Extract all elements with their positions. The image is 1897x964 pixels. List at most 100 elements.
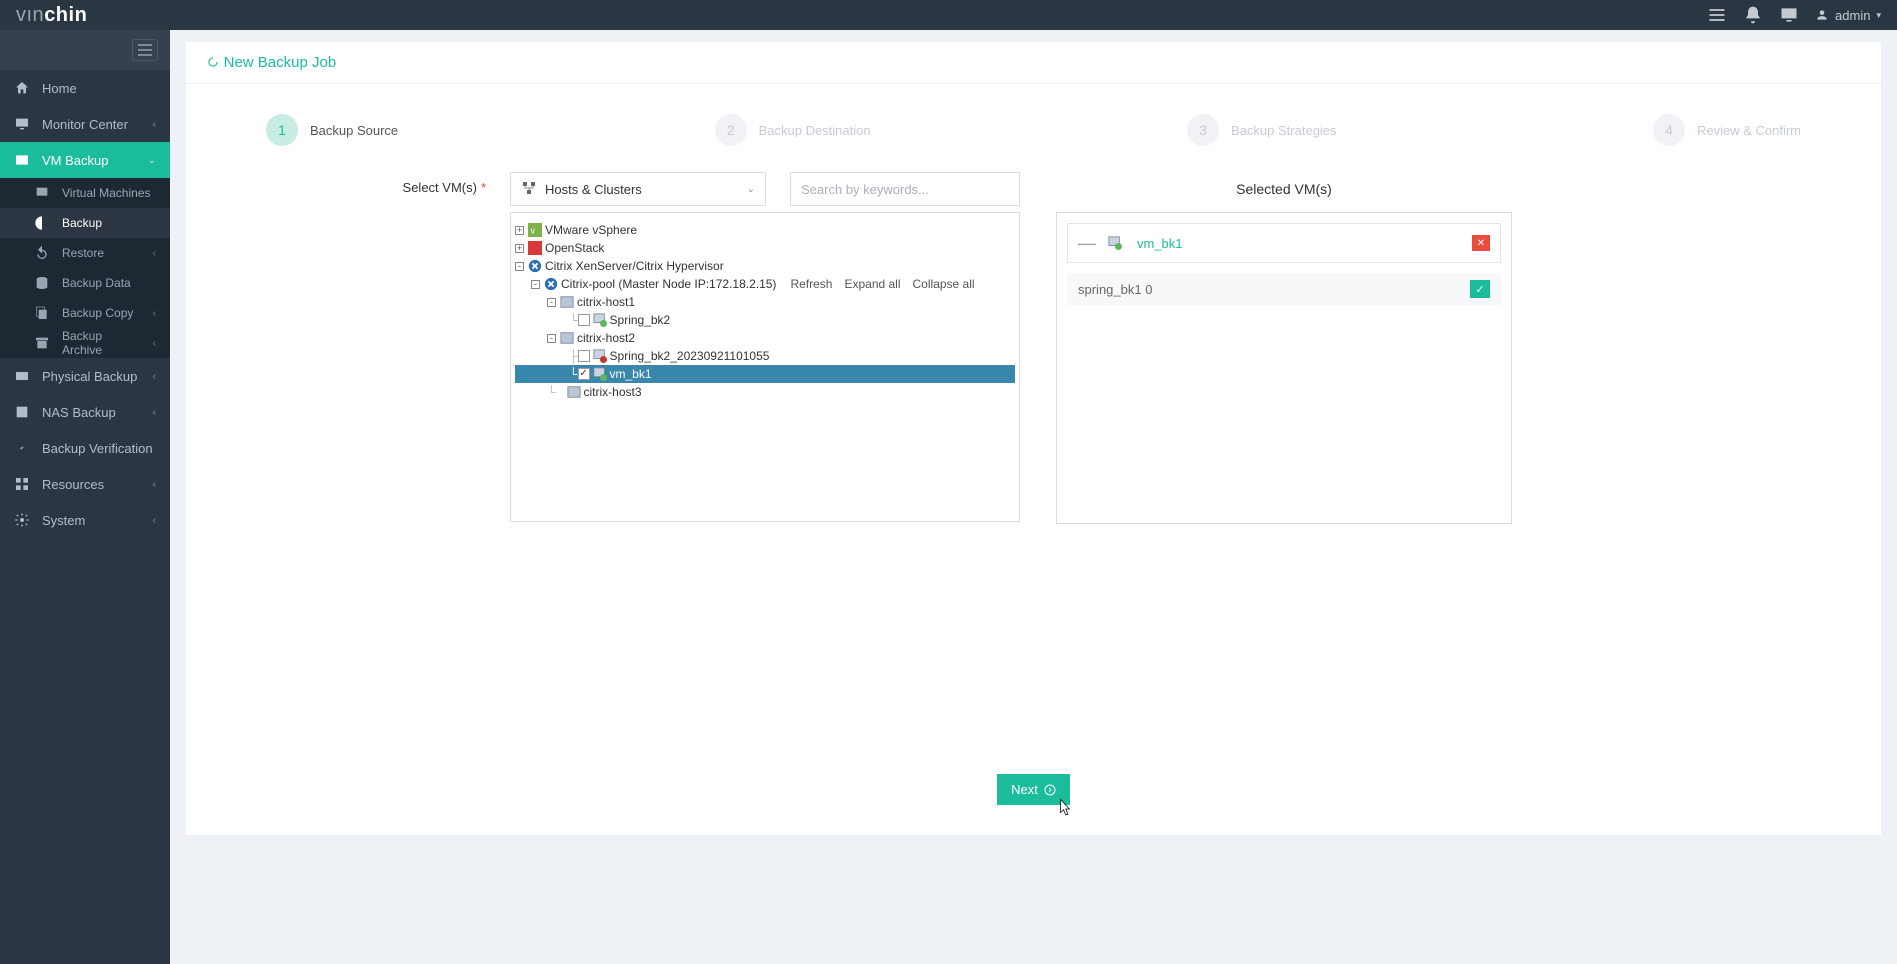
checkbox[interactable] [578,314,590,326]
vm-on-icon [593,367,607,381]
hamburger-icon[interactable] [132,39,158,61]
chevron-left-icon: ‹ [153,515,156,526]
sidebar-item-backup-data[interactable]: Backup Data [0,268,170,298]
tree-node-host1[interactable]: - citrix-host1 [515,293,1015,311]
refresh-icon [206,55,220,69]
tree-expand-all[interactable]: Expand all [844,277,900,291]
chevron-left-icon: ‹ [153,371,156,382]
chevron-left-icon: ‹ [153,119,156,130]
sidebar-item-backup-archive[interactable]: Backup Archive ‹ [0,328,170,358]
step-4[interactable]: 4 Review & Confirm [1653,114,1801,146]
chevron-left-icon: ‹ [153,308,156,319]
logo: vınchin [16,4,87,27]
vm-on-icon [593,313,607,327]
sidebar-item-backup-copy[interactable]: Backup Copy ‹ [0,298,170,328]
collapse-icon[interactable]: - [547,334,556,343]
checkbox-checked[interactable] [578,368,590,380]
sidebar-item-resources[interactable]: Resources ‹ [0,466,170,502]
collapse-icon[interactable]: - [531,280,540,289]
step-2[interactable]: 2 Backup Destination [715,114,871,146]
select-vm-label: Select VM(s)* [226,172,486,524]
vm-icon [34,185,50,201]
tree-node-openstack[interactable]: + OpenStack [515,239,1015,257]
main-area: New Backup Job 1 Backup Source 2 Backup … [170,30,1897,964]
copy-icon [34,305,50,321]
check-icon[interactable]: ✓ [1470,280,1490,298]
vmware-icon: v [528,223,542,237]
selected-vm-row[interactable]: — vm_bk1 ✕ [1067,223,1501,263]
collapse-icon[interactable]: - [515,262,524,271]
restore-icon [34,245,50,261]
verify-icon [14,440,30,456]
tree-node-h2v1[interactable]: ├ Spring_bk2_20230921101055 [515,347,1015,365]
svg-text:v: v [531,226,536,236]
tree-refresh[interactable]: Refresh [790,277,832,291]
tree-node-pool[interactable]: - Citrix-pool (Master Node IP:172.18.2.1… [515,275,1015,293]
user-menu[interactable]: admin ▾ [1815,8,1881,23]
hierarchy-icon [521,180,537,199]
tree-node-host2[interactable]: - citrix-host2 [515,329,1015,347]
tree-node-h1v1[interactable]: └ Spring_bk2 [515,311,1015,329]
sidebar-item-restore[interactable]: Restore ‹ [0,238,170,268]
sidebar-item-home[interactable]: Home [0,70,170,106]
gear-icon [14,512,30,528]
openstack-icon [528,241,542,255]
data-icon [34,275,50,291]
sidebar-toggle-row [0,30,170,70]
sidebar-item-monitor[interactable]: Monitor Center ‹ [0,106,170,142]
backup-icon [34,215,50,231]
hosts-clusters-dropdown[interactable]: Hosts & Clusters ⌄ [510,172,766,206]
sidebar-item-vmbackup[interactable]: VM Backup ⌄ [0,142,170,178]
expand-icon[interactable]: + [515,244,524,253]
tree-collapse-all[interactable]: Collapse all [913,277,975,291]
collapse-icon[interactable]: — [1078,238,1096,248]
chevron-left-icon: ‹ [153,248,156,259]
selected-panel: Selected VM(s) — vm_bk1 ✕ spring_bk1 0 ✓ [1056,172,1512,524]
selected-disk-row[interactable]: spring_bk1 0 ✓ [1067,273,1501,305]
selected-title: Selected VM(s) [1056,172,1512,206]
collapse-icon[interactable]: - [547,298,556,307]
vm-off-icon [593,349,607,363]
search-input[interactable] [790,172,1020,206]
host-icon [560,331,574,345]
topbar: vınchin admin ▾ [0,0,1897,30]
sidebar-item-nas-backup[interactable]: NAS Backup ‹ [0,394,170,430]
resources-icon [14,476,30,492]
sidebar-item-backup-verification[interactable]: Backup Verification [0,430,170,466]
tree-node-citrix[interactable]: - Citrix XenServer/Citrix Hypervisor [515,257,1015,275]
checkbox[interactable] [578,350,590,362]
chevron-left-icon: ‹ [153,479,156,490]
chevron-left-icon: ‹ [153,338,156,349]
home-icon [14,80,30,96]
sidebar-item-system[interactable]: System ‹ [0,502,170,538]
monitor-icon[interactable] [1779,5,1799,25]
monitor-center-icon [14,116,30,132]
wizard: 1 Backup Source 2 Backup Destination 3 B… [186,84,1881,754]
chevron-down-icon: ⌄ [148,155,156,166]
tree-node-host3[interactable]: └ citrix-host3 [515,383,1015,401]
expand-icon[interactable]: + [515,226,524,235]
nas-icon [14,404,30,420]
sidebar-item-physical-backup[interactable]: Physical Backup ‹ [0,358,170,394]
host-icon [560,295,574,309]
cursor-pointer-icon [1056,798,1074,823]
archive-icon [34,335,50,351]
physical-icon [14,368,30,384]
sidebar-item-backup[interactable]: Backup [0,208,170,238]
remove-button[interactable]: ✕ [1472,235,1490,251]
tree-node-vmware[interactable]: + v VMware vSphere [515,221,1015,239]
sidebar-sub-vmbackup: Virtual Machines Backup Restore ‹ Backup… [0,178,170,358]
step-1[interactable]: 1 Backup Source [266,114,398,146]
tasks-icon[interactable] [1707,5,1727,25]
page-title: New Backup Job [186,42,1881,84]
citrix-icon [528,259,542,273]
citrix-icon [544,277,558,291]
tree-node-h2v2[interactable]: └ vm_bk1 [515,365,1015,383]
sidebar-item-virtual-machines[interactable]: Virtual Machines [0,178,170,208]
bell-icon[interactable] [1743,5,1763,25]
step-3[interactable]: 3 Backup Strategies [1187,114,1337,146]
vm-tree[interactable]: + v VMware vSphere + OpenStack - [510,212,1020,522]
vm-on-icon [1106,234,1124,252]
wizard-footer: Next [186,754,1881,835]
vm-backup-icon [14,152,30,168]
